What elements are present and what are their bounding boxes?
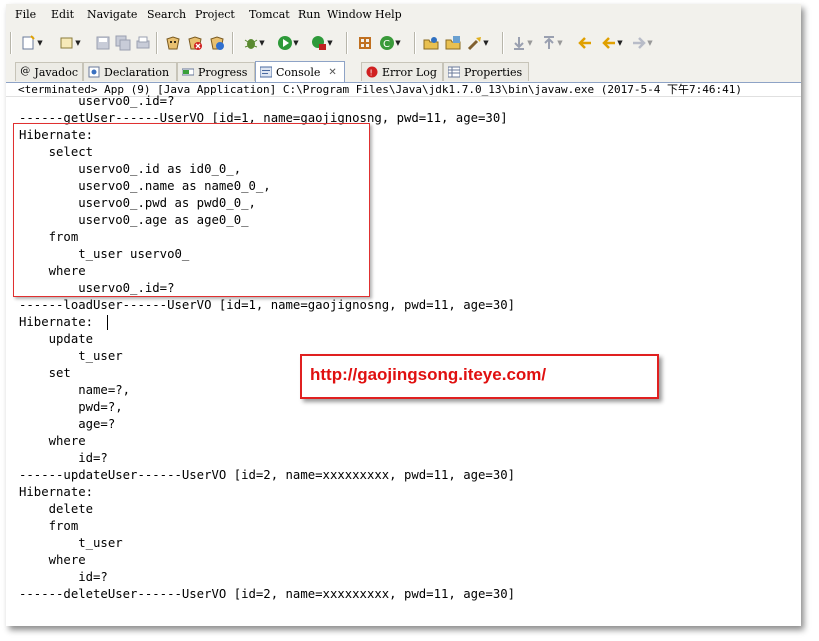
properties-icon — [447, 66, 461, 78]
search-dropdown-icon[interactable]: ▼ — [482, 34, 490, 52]
console-line: t_user — [19, 536, 131, 550]
tab-label: Progress — [198, 65, 248, 79]
console-line: update — [19, 332, 94, 346]
open-resource-icon[interactable] — [444, 34, 462, 52]
tab-javadoc[interactable]: @ Javadoc — [15, 62, 83, 81]
run-dropdown-icon[interactable]: ▼ — [292, 34, 300, 52]
print-icon[interactable] — [134, 34, 152, 52]
menu-window[interactable]: Window — [327, 8, 372, 21]
back-dropdown-icon[interactable]: ▼ — [616, 34, 624, 52]
tab-label: Javadoc — [34, 65, 78, 79]
highlight-box — [13, 123, 370, 297]
menu-edit[interactable]: Edit — [51, 8, 74, 21]
progress-icon — [181, 66, 195, 78]
text-caret — [107, 315, 108, 330]
menu-run[interactable]: Run — [298, 8, 320, 21]
forward-dropdown-icon[interactable]: ▼ — [646, 34, 654, 52]
tab-declaration[interactable]: Declaration — [83, 62, 177, 81]
console-line: where — [19, 434, 86, 448]
console-line: where — [19, 553, 86, 567]
main-toolbar: ▼ ▼ ▼ ▼ ▼ C ▼ ▼ ▼ ▼ ▼ ▼ — [6, 26, 801, 61]
console-line: t_user — [19, 349, 131, 363]
console-line: from — [19, 519, 79, 533]
console-line: Hibernate: — [19, 485, 101, 499]
new-java-class-dropdown-icon[interactable]: ▼ — [394, 34, 402, 52]
new-dropdown-icon[interactable]: ▼ — [36, 34, 44, 52]
open-type-icon[interactable] — [422, 34, 440, 52]
save-all-icon[interactable] — [114, 34, 132, 52]
console-line: ------updateUser------UserVO [id=2, name… — [19, 468, 516, 482]
tomcat-restart-icon[interactable] — [208, 34, 226, 52]
console-line: uservo0_.id=? — [19, 94, 175, 108]
at-icon: @ — [20, 66, 31, 77]
console-line: pwd=?, — [19, 400, 123, 414]
new-class-icon[interactable] — [356, 34, 374, 52]
menu-search[interactable]: Search — [147, 8, 186, 21]
console-line: ------deleteUser------UserVO [id=2, name… — [19, 587, 516, 601]
error-log-icon: ! — [366, 66, 378, 78]
watermark-box: http://gaojingsong.iteye.com/ — [300, 354, 659, 399]
console-line: id=? — [19, 451, 108, 465]
toolbar-separator — [346, 32, 347, 54]
toolbar-separator — [414, 32, 415, 54]
console-line: age=? — [19, 417, 116, 431]
tab-progress[interactable]: Progress — [177, 62, 255, 81]
save-icon[interactable] — [94, 34, 112, 52]
toolbar-separator — [232, 32, 233, 54]
close-icon[interactable]: ✕ — [328, 67, 336, 78]
menu-tomcat[interactable]: Tomcat — [249, 8, 290, 21]
declaration-icon — [88, 66, 100, 78]
menu-bar: File Edit Navigate Search Project Tomcat… — [6, 4, 801, 26]
menu-project[interactable]: Project — [195, 8, 235, 21]
console-line: name=?, — [19, 383, 131, 397]
new-package-dropdown-icon[interactable]: ▼ — [74, 34, 82, 52]
console-line: id=? — [19, 570, 108, 584]
eclipse-window: File Edit Navigate Search Project Tomcat… — [6, 4, 801, 626]
external-tools-dropdown-icon[interactable]: ▼ — [326, 34, 334, 52]
console-line: set — [19, 366, 71, 380]
toolbar-grip — [10, 32, 11, 54]
console-line: delete — [19, 502, 94, 516]
debug-dropdown-icon[interactable]: ▼ — [258, 34, 266, 52]
prev-annotation-dropdown-icon[interactable]: ▼ — [556, 34, 564, 52]
tab-label: Error Log — [382, 65, 437, 79]
svg-text:!: ! — [370, 69, 373, 78]
toolbar-separator — [156, 32, 157, 54]
svg-text:C: C — [383, 39, 390, 50]
tab-error-log[interactable]: ! Error Log — [361, 62, 443, 81]
tab-label: Properties — [464, 65, 523, 79]
tab-label: Declaration — [104, 65, 170, 79]
view-tab-bar: @ Javadoc Declaration Progress Console ✕… — [6, 60, 801, 83]
last-edit-location-icon[interactable] — [576, 34, 594, 52]
menu-file[interactable]: File — [15, 8, 36, 21]
menu-navigate[interactable]: Navigate — [87, 8, 137, 21]
tab-label: Console — [276, 65, 321, 79]
menu-help[interactable]: Help — [375, 8, 402, 21]
tab-properties[interactable]: Properties — [443, 62, 529, 81]
next-annotation-dropdown-icon[interactable]: ▼ — [526, 34, 534, 52]
console-line: Hibernate: — [19, 315, 101, 329]
console-line: ------loadUser------UserVO [id=1, name=g… — [19, 298, 516, 312]
watermark-url: http://gaojingsong.iteye.com/ — [310, 365, 547, 384]
tomcat-stop-icon[interactable] — [186, 34, 204, 52]
console-icon — [259, 66, 273, 78]
toolbar-separator — [502, 32, 503, 54]
tab-console[interactable]: Console ✕ — [255, 61, 345, 82]
tomcat-start-icon[interactable] — [164, 34, 182, 52]
